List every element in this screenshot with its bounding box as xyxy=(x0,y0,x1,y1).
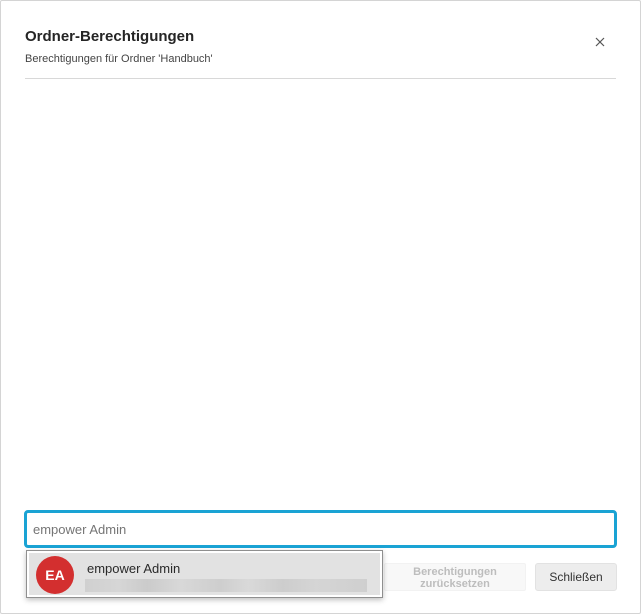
redacted-user-detail xyxy=(85,579,367,592)
user-suggestion-name: empower Admin xyxy=(87,561,181,576)
reset-permissions-label-line1: Berechtigungen xyxy=(413,566,497,578)
user-search-input[interactable] xyxy=(27,513,614,545)
reset-permissions-label-line2: zurücksetzen xyxy=(420,578,490,590)
dialog-title: Ordner-Berechtigungen xyxy=(25,28,195,45)
dialog-subtitle: Berechtigungen für Ordner 'Handbuch' xyxy=(25,53,213,65)
user-suggestion-option[interactable]: EA empower Admin xyxy=(29,553,380,595)
close-icon xyxy=(595,37,605,47)
permissions-dialog: Ordner-Berechtigungen Berechtigungen für… xyxy=(0,0,641,614)
close-dialog-button[interactable]: Schließen xyxy=(535,563,617,591)
header-divider xyxy=(25,78,616,79)
avatar: EA xyxy=(36,556,74,594)
user-search-field[interactable] xyxy=(24,510,617,548)
reset-permissions-button[interactable]: Berechtigungen zurücksetzen xyxy=(384,563,526,591)
user-suggestion-dropdown: EA empower Admin xyxy=(26,550,383,598)
close-button[interactable] xyxy=(589,31,611,53)
